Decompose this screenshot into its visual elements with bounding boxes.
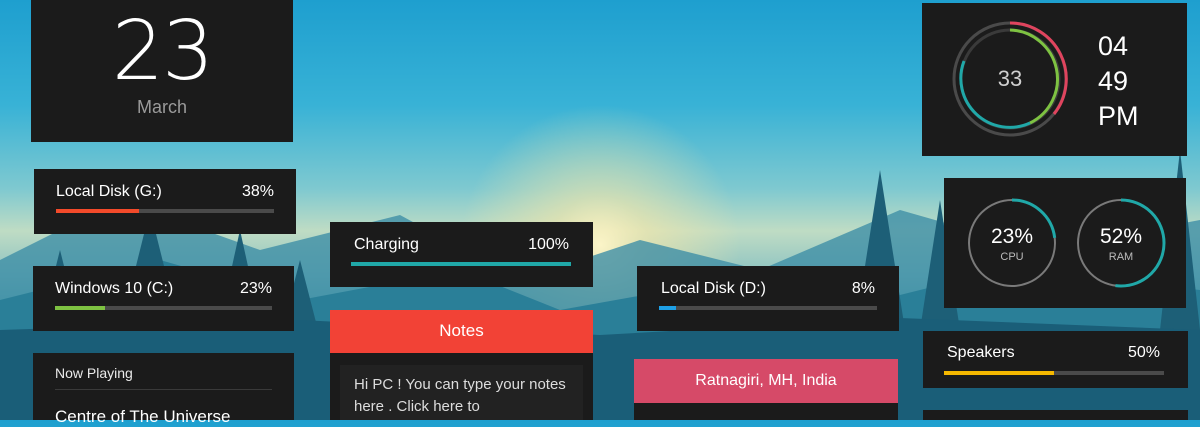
disk-g-widget[interactable]: Local Disk (G:) 38%: [34, 169, 296, 234]
disk-d-widget[interactable]: Local Disk (D:) 8%: [637, 266, 899, 331]
ram-value: 52%: [1099, 225, 1143, 248]
volume-slider[interactable]: [944, 371, 1164, 375]
cpu-label: CPU: [1000, 251, 1024, 263]
volume-percent: 50%: [1127, 344, 1160, 361]
speakers-label: Speakers: [947, 344, 1015, 361]
disk-d-percent: 8%: [851, 280, 875, 297]
now-playing-heading: Now Playing: [55, 365, 272, 390]
battery-level-bar: [351, 262, 571, 266]
date-day: 23: [111, 4, 214, 99]
battery-widget[interactable]: Charging 100%: [330, 222, 593, 287]
widget-edge: [923, 410, 1188, 420]
volume-widget[interactable]: Speakers 50%: [923, 331, 1188, 388]
battery-status: Charging: [354, 236, 419, 253]
clock-ampm: PM: [1098, 101, 1139, 131]
disk-g-percent: 38%: [241, 183, 274, 200]
cpu-value: 23%: [990, 225, 1034, 248]
disk-d-label: Local Disk (D:): [661, 280, 766, 297]
volume-slider-fill: [944, 371, 1054, 375]
now-playing-song: Centre of The Universe: [55, 407, 231, 426]
disk-g-label: Local Disk (G:): [56, 183, 162, 200]
battery-percent: 100%: [528, 236, 569, 253]
clock-minute: 49: [1098, 66, 1129, 96]
disk-c-widget[interactable]: Windows 10 (C:) 23%: [33, 266, 294, 331]
notes-title: Notes: [330, 310, 593, 353]
date-widget: 23 March: [31, 0, 293, 142]
notes-textarea[interactable]: Hi PC ! You can type your notes here . C…: [340, 365, 583, 420]
disk-g-usage-fill: [56, 209, 139, 213]
date-month: March: [136, 97, 187, 117]
notes-widget: Hi PC ! You can type your notes here . C…: [330, 353, 593, 420]
disk-d-usage-bar: [659, 306, 877, 310]
disk-c-label: Windows 10 (C:): [55, 280, 174, 297]
disk-d-usage-fill: [659, 306, 677, 310]
disk-c-usage-bar: [55, 306, 272, 310]
disk-c-percent: 23%: [239, 280, 272, 297]
location-label[interactable]: Ratnagiri, MH, India: [634, 359, 898, 403]
ram-label: RAM: [1108, 251, 1134, 263]
now-playing-widget[interactable]: Now Playing Centre of The Universe: [33, 353, 294, 426]
clock-hour: 04: [1098, 31, 1129, 61]
clock-seconds: 33: [997, 66, 1023, 91]
system-monitor-widget: 23% CPU 52% RAM: [944, 178, 1186, 308]
weather-widget: [634, 403, 898, 420]
disk-g-usage-bar: [56, 209, 274, 213]
disk-c-usage-fill: [55, 306, 105, 310]
clock-widget: 33 04 49 PM: [922, 3, 1187, 156]
battery-level-fill: [351, 262, 571, 266]
